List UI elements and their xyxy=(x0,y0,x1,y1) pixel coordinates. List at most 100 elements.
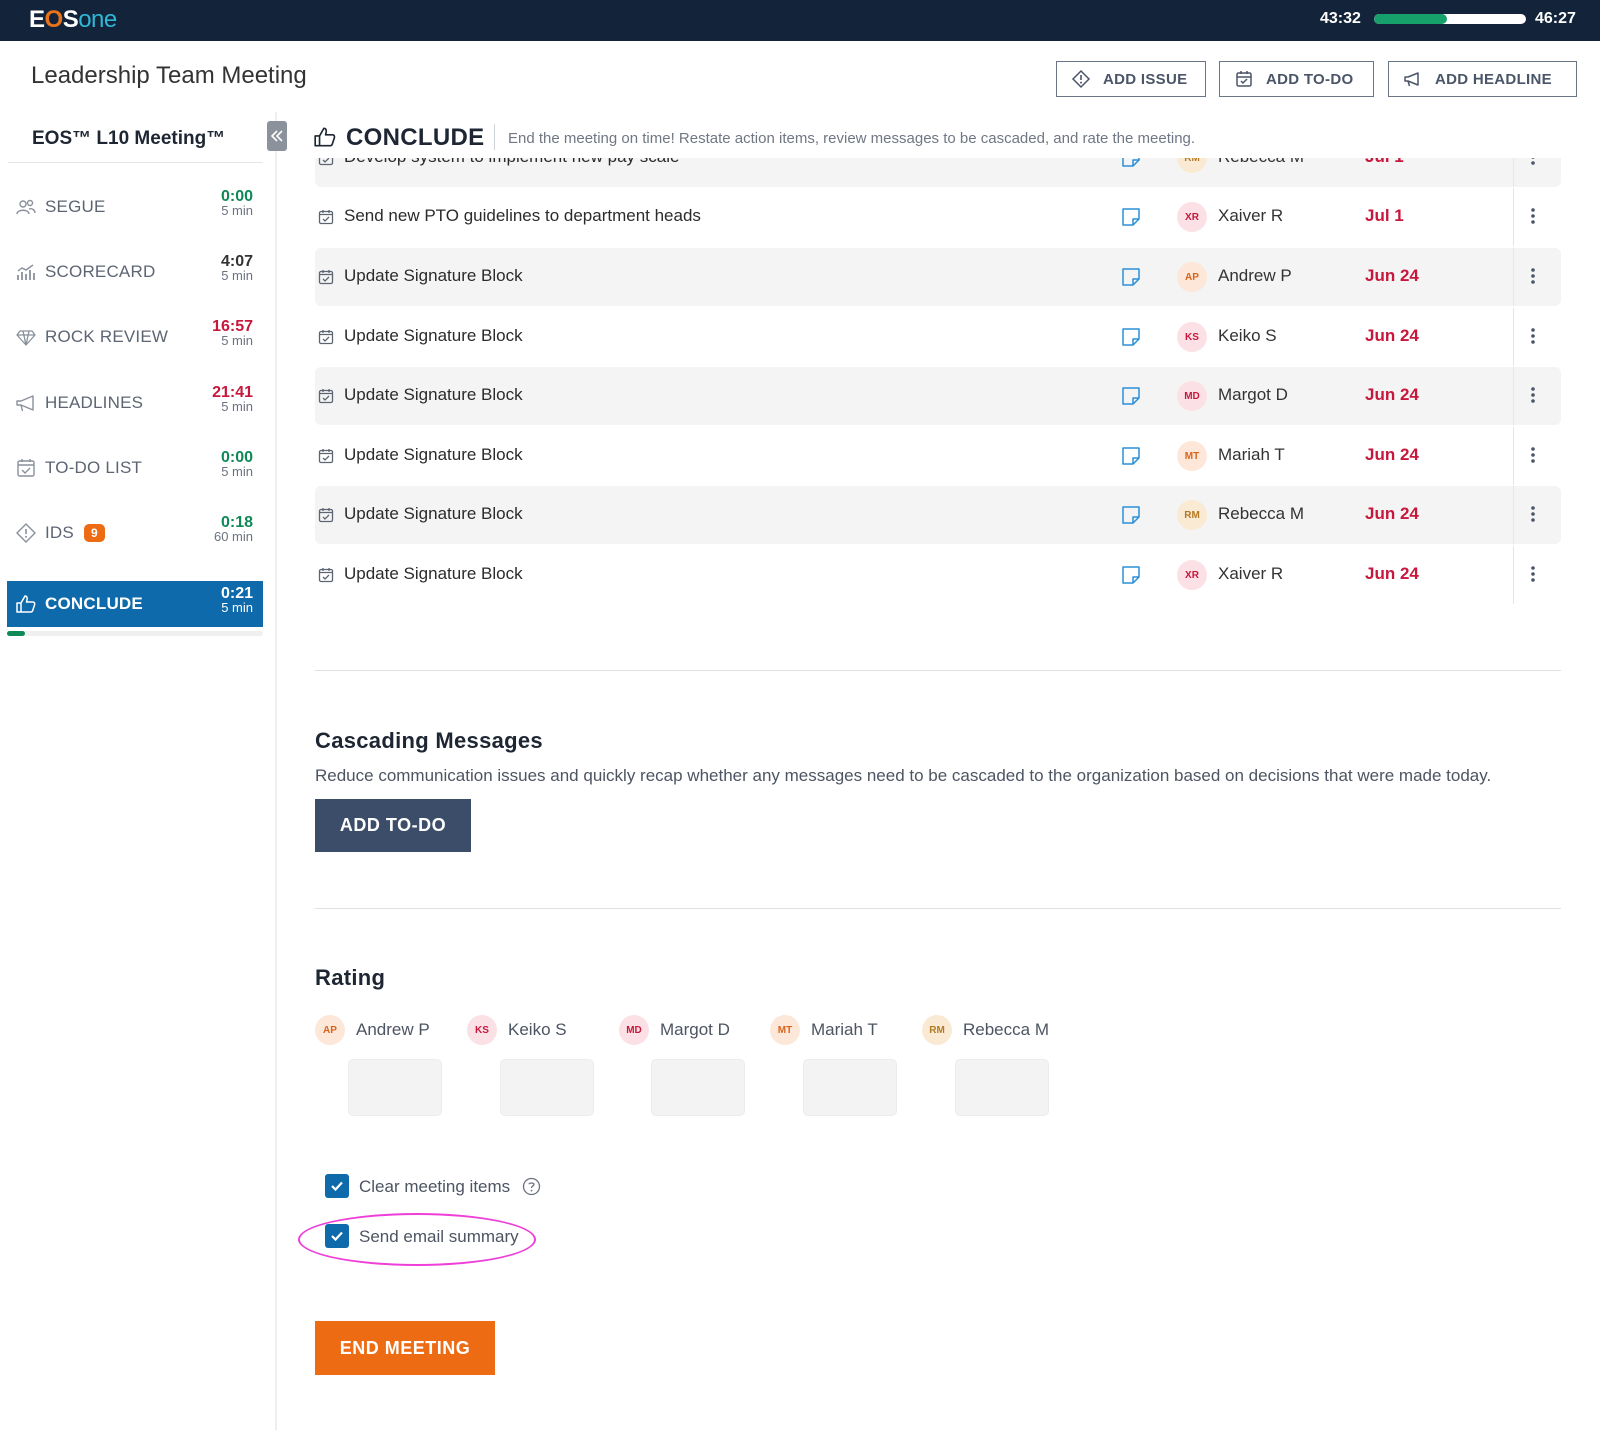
todo-owner[interactable]: Andrew P xyxy=(1218,266,1292,286)
todo-checkbox-icon[interactable] xyxy=(318,158,334,171)
more-vertical-icon[interactable] xyxy=(1529,444,1537,471)
todo-checkbox-icon[interactable] xyxy=(318,269,334,290)
todo-row[interactable]: Update Signature Block MT Mariah T Jun 2… xyxy=(315,427,1561,485)
note-icon[interactable] xyxy=(1120,326,1142,353)
sidebar-item-timer: 16:57 5 min xyxy=(212,318,253,348)
todo-checkbox-icon[interactable] xyxy=(318,329,334,350)
sidebar-item-timer: 4:07 5 min xyxy=(220,253,253,283)
todo-title[interactable]: Develop system to implement new pay scal… xyxy=(344,158,679,167)
more-vertical-icon[interactable] xyxy=(1529,563,1537,590)
avatar: XR xyxy=(1177,202,1207,232)
sidebar-item-segue[interactable]: SEGUE 0:00 5 min xyxy=(7,184,263,230)
todo-row[interactable]: Update Signature Block KS Keiko S Jun 24 xyxy=(315,308,1561,366)
section-divider xyxy=(315,670,1561,671)
rating-input[interactable] xyxy=(803,1059,897,1116)
todo-checkbox-icon[interactable] xyxy=(318,209,334,230)
todo-due-date[interactable]: Jun 24 xyxy=(1365,564,1419,584)
todo-title[interactable]: Update Signature Block xyxy=(344,266,523,286)
calendar-check-icon xyxy=(15,457,37,479)
eosone-logo[interactable]: EOSone xyxy=(29,6,117,34)
todo-due-date[interactable]: Jun 24 xyxy=(1365,266,1419,286)
sidebar-item-scorecard[interactable]: SCORECARD 4:07 5 min xyxy=(7,249,263,295)
todo-owner[interactable]: Rebecca M xyxy=(1218,158,1304,167)
top-bar: EOSone 43:32 46:27 xyxy=(0,0,1600,41)
todo-checkbox-icon[interactable] xyxy=(318,567,334,588)
more-vertical-icon[interactable] xyxy=(1529,503,1537,530)
clear-meeting-items-label[interactable]: Clear meeting items xyxy=(359,1177,510,1197)
sidebar-item-todo-list[interactable]: TO-DO LIST 0:00 5 min xyxy=(7,445,263,491)
add-todo-button[interactable]: ADD TO-DO xyxy=(315,799,471,852)
more-vertical-icon[interactable] xyxy=(1529,325,1537,352)
todo-checkbox-icon[interactable] xyxy=(318,448,334,469)
column-divider xyxy=(1513,367,1514,425)
todo-due-date[interactable]: Jul 1 xyxy=(1365,206,1404,226)
more-vertical-icon[interactable] xyxy=(1529,158,1537,173)
todo-title[interactable]: Update Signature Block xyxy=(344,564,523,584)
column-divider xyxy=(1513,486,1514,544)
note-icon[interactable] xyxy=(1120,504,1142,531)
add-issue-button[interactable]: ADD ISSUE xyxy=(1056,61,1206,97)
sidebar-item-ids[interactable]: IDS 9 0:18 60 min xyxy=(7,510,263,556)
add-headline-button[interactable]: ADD HEADLINE xyxy=(1388,61,1577,97)
sidebar-item-conclude[interactable]: CONCLUDE 0:21 5 min xyxy=(7,581,263,627)
note-icon[interactable] xyxy=(1120,158,1142,174)
end-meeting-button[interactable]: END MEETING xyxy=(315,1321,495,1375)
more-vertical-icon[interactable] xyxy=(1529,205,1537,232)
todo-owner[interactable]: Mariah T xyxy=(1218,445,1285,465)
sidebar-item-label: HEADLINES xyxy=(45,393,144,412)
todo-row[interactable]: Update Signature Block RM Rebecca M Jun … xyxy=(315,486,1561,544)
collapse-sidebar-button[interactable] xyxy=(267,121,287,151)
sidebar-item-rock-review[interactable]: ROCK REVIEW 16:57 5 min xyxy=(7,314,263,360)
todo-due-date[interactable]: Jun 24 xyxy=(1365,385,1419,405)
todo-title[interactable]: Update Signature Block xyxy=(344,326,523,346)
sidebar-item-headlines[interactable]: HEADLINES 21:41 5 min xyxy=(7,380,263,426)
todo-owner[interactable]: Xaiver R xyxy=(1218,206,1283,226)
note-icon[interactable] xyxy=(1120,385,1142,412)
todo-title[interactable]: Update Signature Block xyxy=(344,385,523,405)
note-icon[interactable] xyxy=(1120,206,1142,233)
sidebar-item-label: TO-DO LIST xyxy=(45,458,143,477)
rating-input[interactable] xyxy=(955,1059,1049,1116)
clear-meeting-items-checkbox[interactable] xyxy=(325,1174,349,1198)
avatar: RM xyxy=(1177,158,1207,173)
avatar: AP xyxy=(315,1015,345,1045)
issue-icon xyxy=(1071,69,1091,89)
todo-due-date[interactable]: Jun 24 xyxy=(1365,504,1419,524)
calendar-check-icon xyxy=(1236,71,1252,87)
todo-due-date[interactable]: Jun 24 xyxy=(1365,445,1419,465)
todo-due-date[interactable]: Jun 24 xyxy=(1365,326,1419,346)
avatar: MD xyxy=(619,1015,649,1045)
rating-input[interactable] xyxy=(651,1059,745,1116)
rating-input[interactable] xyxy=(500,1059,594,1116)
note-icon[interactable] xyxy=(1120,445,1142,472)
add-todo-header-button[interactable]: ADD TO-DO xyxy=(1219,61,1374,97)
sidebar-progress-bar xyxy=(7,631,263,636)
todo-title[interactable]: Update Signature Block xyxy=(344,445,523,465)
todo-row[interactable]: Update Signature Block AP Andrew P Jun 2… xyxy=(315,248,1561,306)
todo-title[interactable]: Send new PTO guidelines to department he… xyxy=(344,206,701,226)
todo-title[interactable]: Update Signature Block xyxy=(344,504,523,524)
agenda-sidebar: EOS™ L10 Meeting™ SEGUE 0:00 5 min SCOREC… xyxy=(0,112,287,1430)
todo-owner[interactable]: Keiko S xyxy=(1218,326,1277,346)
rater-margot: MD Margot D xyxy=(619,1015,730,1045)
todo-owner[interactable]: Rebecca M xyxy=(1218,504,1304,524)
todo-due-date[interactable]: Jul 1 xyxy=(1365,158,1404,167)
todo-checkbox-icon[interactable] xyxy=(318,507,334,528)
more-vertical-icon[interactable] xyxy=(1529,265,1537,292)
help-circle-icon[interactable] xyxy=(522,1177,541,1201)
todo-row[interactable]: Send new PTO guidelines to department he… xyxy=(315,188,1561,246)
todo-owner[interactable]: Margot D xyxy=(1218,385,1288,405)
column-divider xyxy=(1513,546,1514,604)
more-vertical-icon[interactable] xyxy=(1529,384,1537,411)
note-icon[interactable] xyxy=(1120,564,1142,591)
todo-row[interactable]: Update Signature Block MD Margot D Jun 2… xyxy=(315,367,1561,425)
rater-name: Margot D xyxy=(660,1020,730,1039)
todo-row[interactable]: Update Signature Block XR Xaiver R Jun 2… xyxy=(315,546,1561,604)
todo-row[interactable]: Develop system to implement new pay scal… xyxy=(315,158,1561,187)
note-icon[interactable] xyxy=(1120,266,1142,293)
todo-owner[interactable]: Xaiver R xyxy=(1218,564,1283,584)
avatar: KS xyxy=(467,1015,497,1045)
megaphone-icon xyxy=(1404,72,1419,87)
rating-input[interactable] xyxy=(348,1059,442,1116)
todo-checkbox-icon[interactable] xyxy=(318,388,334,409)
